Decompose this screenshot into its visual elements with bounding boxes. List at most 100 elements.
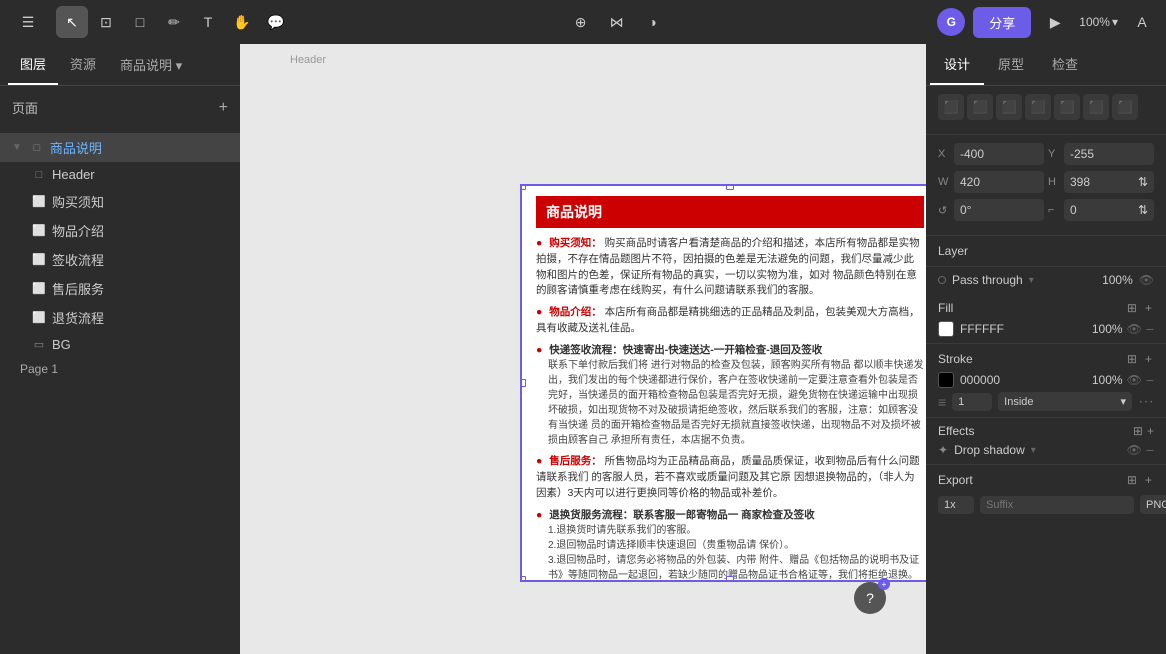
rect-icon: ▭ xyxy=(32,338,46,352)
tab-layers[interactable]: 图层 xyxy=(8,44,58,85)
stroke-type-select[interactable]: Inside ▾ xyxy=(998,392,1132,411)
contrast-tool[interactable]: ◑ xyxy=(637,6,669,38)
layer-item-header[interactable]: □ Header xyxy=(0,162,240,187)
play-button[interactable]: ▶ xyxy=(1039,6,1071,38)
stroke-opacity-value[interactable]: 100% xyxy=(1092,373,1123,387)
h-field[interactable]: 398 ⇅ xyxy=(1064,171,1154,193)
drop-shadow-icon: ✦ xyxy=(938,443,948,457)
fill-opacity-value[interactable]: 100% xyxy=(1092,322,1123,336)
resize-handle-tm[interactable] xyxy=(726,184,734,190)
stroke-grid-icon[interactable]: ⊞ xyxy=(1125,350,1139,368)
bullet-1: ● xyxy=(536,306,542,318)
help-button[interactable]: ? + xyxy=(854,582,886,614)
resize-handle-tl[interactable] xyxy=(520,184,526,190)
page-item[interactable]: Page 1 xyxy=(0,357,240,381)
shape-tool[interactable]: □ xyxy=(124,6,156,38)
export-grid-icon[interactable]: ⊞ xyxy=(1125,471,1139,489)
tab-page-dropdown[interactable]: 商品说明 ▾ xyxy=(108,44,194,85)
align-middle-v-button[interactable]: ⬛ xyxy=(1054,94,1080,120)
layer-mode-dot xyxy=(938,276,946,284)
x-field[interactable]: -400 xyxy=(954,143,1044,165)
drop-shadow-visibility-icon[interactable]: 👁 xyxy=(1127,443,1142,457)
menu-group: ☰ xyxy=(8,6,48,38)
align-bottom-button[interactable]: ⬛ xyxy=(1083,94,1109,120)
resize-handle-bl[interactable] xyxy=(520,576,526,582)
component-tool[interactable]: ⊕ xyxy=(565,6,597,38)
hand-tool[interactable]: ✋ xyxy=(226,6,258,38)
zoom-control[interactable]: 100% ▾ xyxy=(1079,15,1118,29)
resize-handle-bm[interactable] xyxy=(726,576,734,582)
translate-button[interactable]: A xyxy=(1126,6,1158,38)
align-right-button[interactable]: ⬛ xyxy=(996,94,1022,120)
fill-color-swatch[interactable] xyxy=(938,321,954,337)
layer-item-退货流程[interactable]: ⬜ 退货流程 xyxy=(0,303,240,332)
layer-item-物品介绍[interactable]: ⬜ 物品介绍 xyxy=(0,216,240,245)
align-left-button[interactable]: ⬛ xyxy=(938,94,964,120)
effects-grid-icon[interactable]: ⊞ xyxy=(1133,424,1143,438)
corner-field[interactable]: 0 ⇅ xyxy=(1064,199,1154,221)
stroke-color-row: 000000 100% 👁 − xyxy=(938,372,1154,388)
fill-visibility-icon[interactable]: 👁 xyxy=(1127,322,1142,336)
pages-section: 页面 + xyxy=(0,86,240,129)
layer-item-bg[interactable]: ▭ BG xyxy=(0,332,240,357)
fill-add-button[interactable]: + xyxy=(1143,299,1154,317)
stroke-weight-input[interactable] xyxy=(952,393,992,411)
y-field[interactable]: -255 xyxy=(1064,143,1154,165)
tab-assets[interactable]: 资源 xyxy=(58,44,108,85)
toolbar-right: G 分享 ▶ 100% ▾ A xyxy=(937,6,1158,38)
export-add-button[interactable]: + xyxy=(1143,471,1154,489)
drop-shadow-label[interactable]: Drop shadow xyxy=(954,443,1025,457)
stroke-left[interactable]: 000000 xyxy=(938,372,1000,388)
menu-button[interactable]: ☰ xyxy=(12,6,44,38)
blend-mode-chevron[interactable]: ▾ xyxy=(1029,275,1034,286)
stroke-remove-button[interactable]: − xyxy=(1146,372,1154,388)
tab-design[interactable]: 设计 xyxy=(930,44,984,85)
group-icon: ⬜ xyxy=(32,195,46,209)
align-center-h-button[interactable]: ⬛ xyxy=(967,94,993,120)
select-tool[interactable]: ↖ xyxy=(56,6,88,38)
text-tool[interactable]: T xyxy=(192,6,224,38)
tab-prototype[interactable]: 原型 xyxy=(984,44,1038,85)
share-button[interactable]: 分享 xyxy=(973,7,1031,38)
add-page-button[interactable]: + xyxy=(219,99,228,117)
frame-tool[interactable]: ⊡ xyxy=(90,6,122,38)
w-field[interactable]: 420 xyxy=(954,171,1044,193)
effects-add-button[interactable]: + xyxy=(1147,424,1154,438)
stroke-options-button[interactable]: ··· xyxy=(1138,393,1154,411)
help-badge: + xyxy=(878,578,890,590)
export-format-select[interactable]: PNG ▾ xyxy=(1140,495,1166,514)
layer-item-商品说明[interactable]: ▼ □ 商品说明 xyxy=(0,133,240,162)
fill-grid-icon[interactable]: ⊞ xyxy=(1125,299,1139,317)
fill-right: 100% 👁 − xyxy=(1092,321,1154,337)
pen-tool[interactable]: ✏ xyxy=(158,6,190,38)
layer-item-售后服务[interactable]: ⬜ 售后服务 xyxy=(0,274,240,303)
layer-item-购买须知[interactable]: ⬜ 购买须知 xyxy=(0,187,240,216)
drop-shadow-remove-button[interactable]: − xyxy=(1146,442,1154,458)
layer-item-签收流程[interactable]: ⬜ 签收流程 xyxy=(0,245,240,274)
layer-blend-row: Pass through ▾ 100% 👁 xyxy=(926,267,1166,293)
layer-visibility-icon[interactable]: 👁 xyxy=(1139,273,1154,287)
stroke-visibility-icon[interactable]: 👁 xyxy=(1127,373,1142,387)
drop-shadow-chevron[interactable]: ▾ xyxy=(1031,445,1036,456)
fill-remove-button[interactable]: − xyxy=(1146,321,1154,337)
main-layout: 图层 资源 商品说明 ▾ 页面 + ▼ □ 商品说明 □ Header xyxy=(0,44,1166,654)
stroke-color-swatch[interactable] xyxy=(938,372,954,388)
align-top-button[interactable]: ⬛ xyxy=(1025,94,1051,120)
fill-left[interactable]: FFFFFF xyxy=(938,321,1004,337)
frame-content[interactable]: 商品说明 ● 购买须知： 购买商品时请客户看清楚商品的介绍和描述，本店所有物品都… xyxy=(520,184,926,582)
stroke-add-button[interactable]: + xyxy=(1143,350,1154,368)
blend-mode-label[interactable]: Pass through xyxy=(952,273,1023,287)
export-suffix-input[interactable] xyxy=(980,496,1134,514)
content-title: 商品说明 xyxy=(536,196,924,228)
rotation-field[interactable]: 0° xyxy=(954,199,1044,221)
distribute-button[interactable]: ⬛ xyxy=(1112,94,1138,120)
resize-handle-ml[interactable] xyxy=(520,379,526,387)
opacity-value[interactable]: 100% xyxy=(1102,273,1133,287)
grid-tool[interactable]: ⋈ xyxy=(601,6,633,38)
layer-blend-left: Pass through ▾ xyxy=(938,273,1034,287)
tab-inspect[interactable]: 检查 xyxy=(1038,44,1092,85)
bullet-2: ● xyxy=(536,344,542,356)
section-0: ● 购买须知： 购买商品时请客户看清楚商品的介绍和描述，本店所有物品都是实物拍摄… xyxy=(536,236,924,299)
comment-tool[interactable]: 💬 xyxy=(260,6,292,38)
export-scale-input[interactable] xyxy=(938,496,974,514)
